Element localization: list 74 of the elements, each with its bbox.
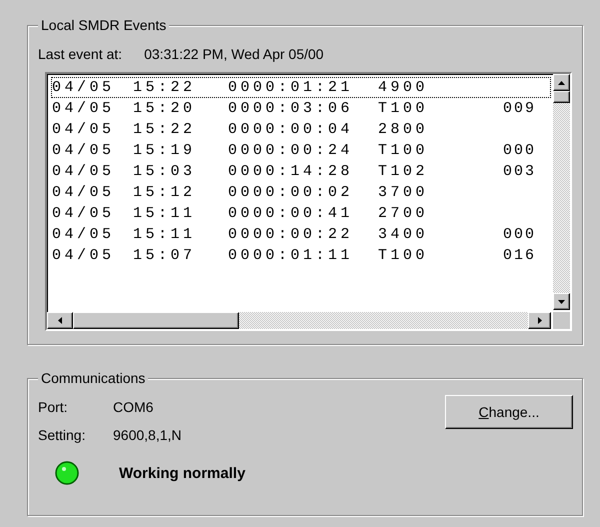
list-cell-text: 0000:03:06 bbox=[228, 99, 354, 118]
list-cell-text: 0000:00:24 bbox=[228, 141, 354, 160]
list-item[interactable]: 04/05 15:03 0000:14:28 T102 003 bbox=[51, 161, 551, 182]
list-cell-text: 04/05 bbox=[52, 99, 116, 118]
last-event-label: Last event at: bbox=[38, 46, 122, 62]
list-cell-text: 15:07 bbox=[133, 246, 197, 265]
list-cell-text: 0000:14:28 bbox=[228, 162, 354, 181]
list-item[interactable]: 04/05 15:11 0000:00:41 2700 bbox=[51, 203, 551, 224]
list-item[interactable]: 04/05 15:22 0000:00:04 2800 bbox=[51, 119, 551, 140]
list-cell-text: 0000:00:02 bbox=[228, 183, 354, 202]
scrollbar-corner bbox=[553, 312, 570, 329]
list-cell-text: 04/05 bbox=[52, 141, 116, 160]
list-cell-text: 3400 bbox=[378, 225, 430, 244]
scroll-up-button[interactable] bbox=[553, 74, 570, 91]
list-item[interactable]: 04/05 15:20 0000:03:06 T100 009 bbox=[51, 98, 551, 119]
right-arrow-icon bbox=[538, 317, 542, 324]
list-cell-text: 04/05 bbox=[52, 225, 116, 244]
event-list[interactable] bbox=[45, 72, 572, 331]
group-title: Communications bbox=[38, 370, 148, 386]
list-cell-text: 15:03 bbox=[133, 162, 197, 181]
list-cell-text: 15:11 bbox=[133, 204, 197, 223]
port-label: Port: bbox=[38, 399, 68, 415]
list-cell-text: 009 bbox=[502, 99, 536, 118]
list-cell-text: 15:22 bbox=[133, 120, 197, 139]
list-cell-text: 016 bbox=[502, 246, 536, 265]
horizontal-scrollbar[interactable] bbox=[47, 312, 551, 329]
group-title: Local SMDR Events bbox=[38, 17, 170, 33]
status-text: Working normally bbox=[119, 464, 246, 482]
list-cell-text: 04/05 bbox=[52, 246, 116, 265]
list-item[interactable]: 04/05 15:22 0000:01:21 4900 bbox=[51, 77, 551, 98]
last-event-value: 03:31:22 PM, Wed Apr 05/00 bbox=[144, 46, 324, 62]
list-cell-text: 2800 bbox=[378, 120, 430, 139]
list-cell-text: 000 bbox=[502, 141, 536, 160]
list-cell-text: 0000:00:04 bbox=[228, 120, 354, 139]
port-value: COM6 bbox=[113, 399, 154, 415]
scroll-left-button[interactable] bbox=[47, 312, 73, 329]
list-cell-text: 0000:01:21 bbox=[228, 78, 354, 97]
list-cell-text: 0000:01:11 bbox=[228, 246, 354, 265]
left-arrow-icon bbox=[58, 317, 62, 324]
list-cell-text: T100 bbox=[378, 246, 430, 265]
list-item[interactable]: 04/05 15:07 0000:01:11 T100 016 bbox=[51, 245, 551, 266]
up-arrow-icon bbox=[558, 80, 565, 84]
list-cell-text: 003 bbox=[502, 162, 536, 181]
list-cell-text: 04/05 bbox=[52, 162, 116, 181]
list-cell-text: 4900 bbox=[378, 78, 430, 97]
list-item[interactable]: 04/05 15:19 0000:00:24 T100 000 bbox=[51, 140, 551, 161]
list-cell-text: 15:19 bbox=[133, 141, 197, 160]
list-cell-text: 15:22 bbox=[133, 78, 197, 97]
setting-label: Setting: bbox=[38, 427, 86, 443]
scroll-right-button[interactable] bbox=[528, 312, 551, 329]
scroll-down-button[interactable] bbox=[553, 293, 570, 310]
list-cell-text: T100 bbox=[378, 141, 430, 160]
list-cell-text: 15:12 bbox=[133, 183, 197, 202]
setting-value: 9600,8,1,N bbox=[113, 427, 182, 443]
change-button[interactable]: Change... bbox=[445, 395, 573, 429]
list-cell-text: 04/05 bbox=[52, 120, 116, 139]
list-cell-text: 0000:00:41 bbox=[228, 204, 354, 223]
list-cell-text: 0000:00:22 bbox=[228, 225, 354, 244]
list-cell-text: 2700 bbox=[378, 204, 430, 223]
list-cell-text: 15:20 bbox=[133, 99, 197, 118]
scroll-thumb[interactable] bbox=[73, 312, 239, 329]
list-item[interactable]: 04/05 15:12 0000:00:02 3700 bbox=[51, 182, 551, 203]
list-cell-text: 04/05 bbox=[52, 78, 116, 97]
list-cell-text: 04/05 bbox=[52, 183, 116, 202]
list-cell-text: T100 bbox=[378, 99, 430, 118]
list-cell-text: 3700 bbox=[378, 183, 430, 202]
list-item[interactable]: 04/05 15:11 0000:00:22 3400 000 bbox=[51, 224, 551, 245]
list-cell-text: 000 bbox=[502, 225, 536, 244]
list-cell-text: 04/05 bbox=[52, 204, 116, 223]
list-cell-text: 15:11 bbox=[133, 225, 197, 244]
scroll-thumb[interactable] bbox=[553, 91, 570, 103]
vertical-scrollbar[interactable] bbox=[553, 74, 570, 310]
down-arrow-icon bbox=[558, 300, 565, 304]
list-cell-text: T102 bbox=[378, 162, 430, 181]
